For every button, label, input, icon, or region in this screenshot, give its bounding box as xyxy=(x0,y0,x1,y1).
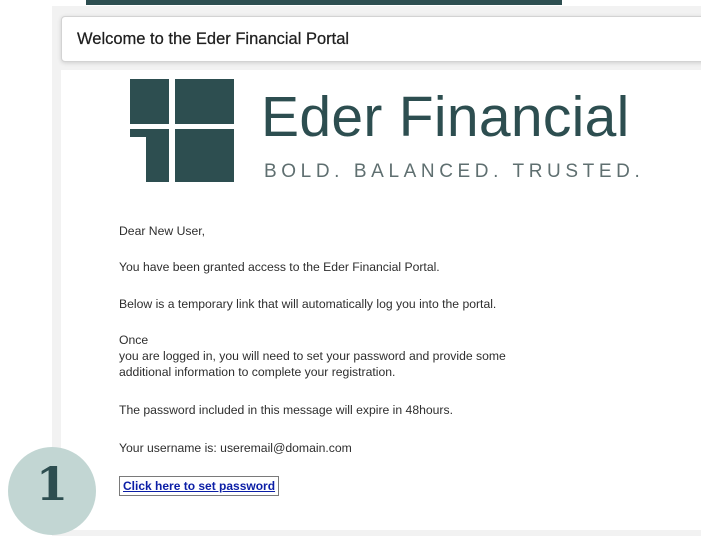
instructions-text-1: you are logged in, you will need to set … xyxy=(119,349,506,363)
brand-name: Eder Financial xyxy=(261,85,630,149)
email-subject-title: Welcome to the Eder Financial Portal xyxy=(77,30,350,48)
set-password-link[interactable]: Click here to set password xyxy=(119,476,280,496)
top-accent-bar xyxy=(86,0,562,5)
step-badge: 1 xyxy=(8,447,96,535)
link-intro-text: Below is a temporary link that will auto… xyxy=(119,297,497,311)
username-text: Your username is: useremail@domain.com xyxy=(119,441,352,455)
instructions-text-2: additional information to complete your … xyxy=(119,365,396,379)
access-text: You have been granted access to the Eder… xyxy=(119,260,440,274)
email-subject-bar: Welcome to the Eder Financial Portal xyxy=(61,16,701,62)
brand-tagline: BOLD. BALANCED. TRUSTED. xyxy=(264,161,645,182)
eder-financial-logo-icon xyxy=(130,79,234,182)
greeting-text: Dear New User, xyxy=(119,224,206,238)
step-number: 1 xyxy=(35,457,68,511)
email-body: Eder Financial BOLD. BALANCED. TRUSTED. … xyxy=(61,70,701,530)
expiry-text: The password included in this message wi… xyxy=(119,403,453,417)
once-text: Once xyxy=(119,333,149,347)
